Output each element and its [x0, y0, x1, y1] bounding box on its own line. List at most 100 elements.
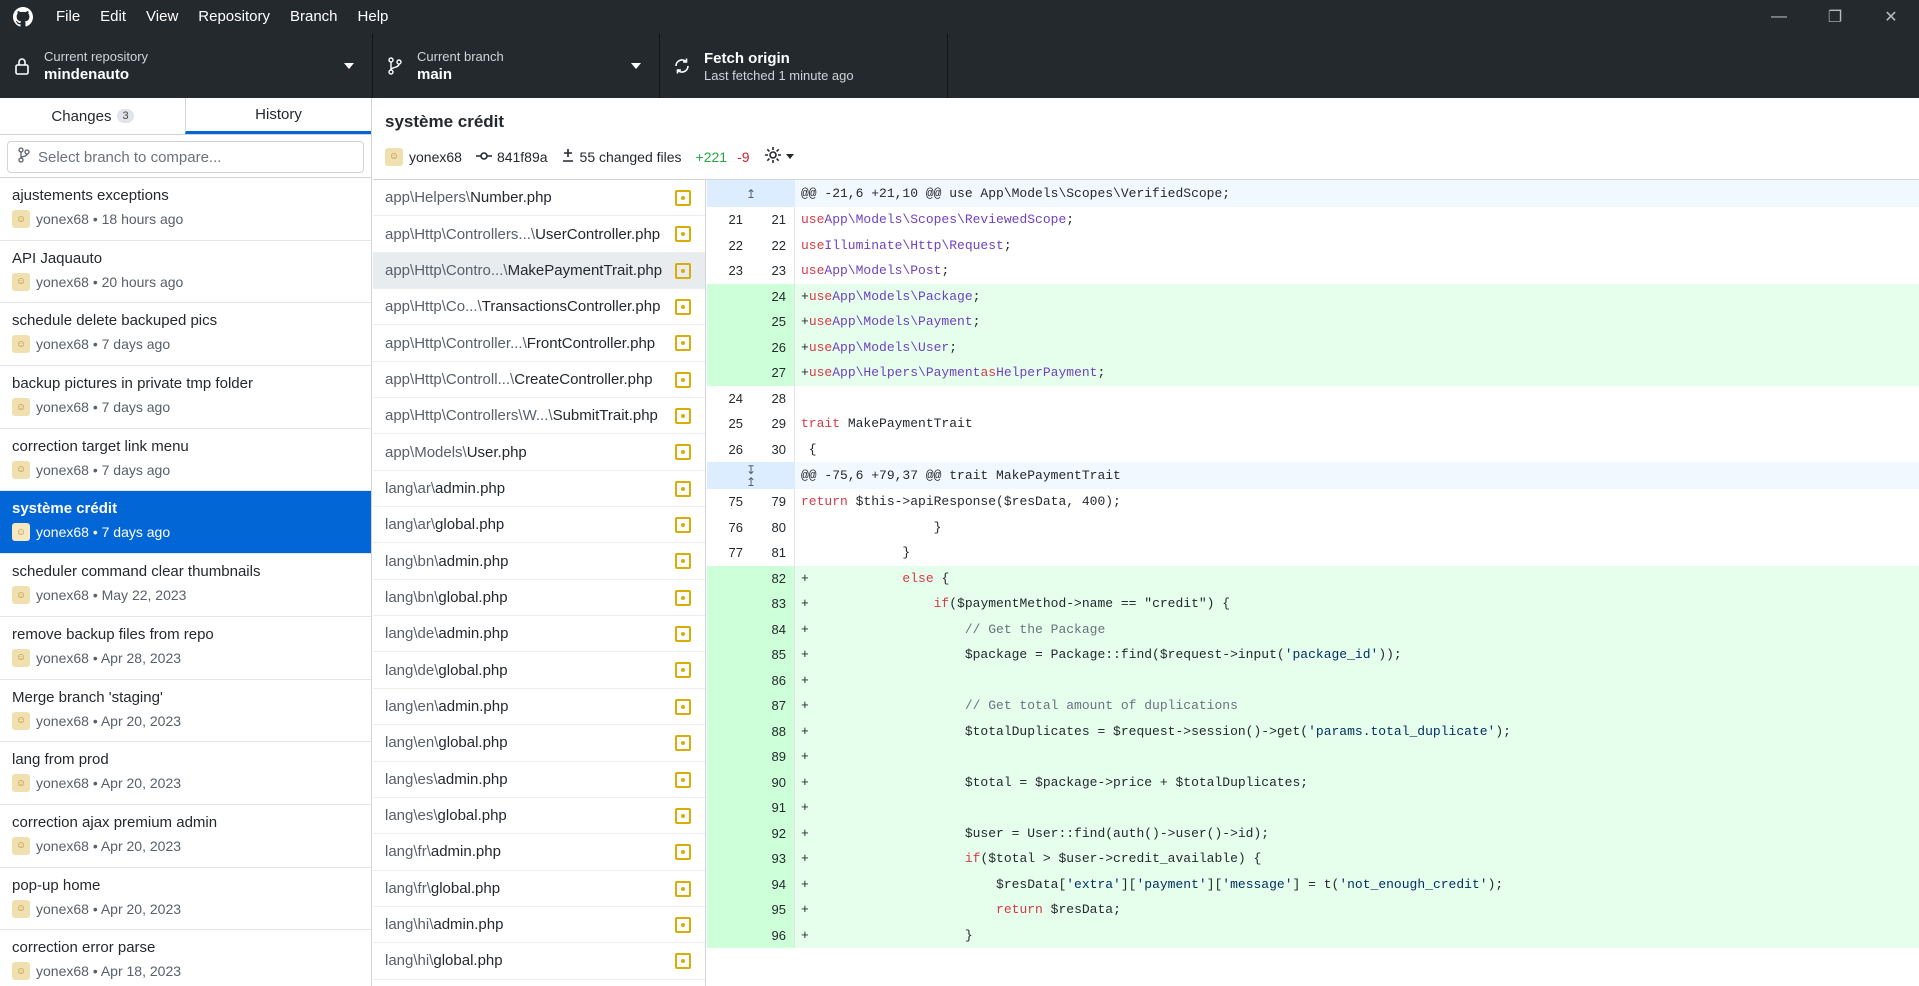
restore-icon[interactable]: ❐ — [1807, 0, 1863, 34]
sync-icon — [660, 57, 704, 75]
file-list-item[interactable]: lang\de\ admin.php — [373, 616, 705, 653]
diff-settings-button[interactable] — [764, 146, 794, 167]
fetch-origin-button[interactable]: Fetch origin Last fetched 1 minute ago — [660, 34, 948, 98]
new-line-number: 28 — [751, 385, 795, 411]
file-list-item[interactable]: app\Http\Controller...\ FrontController.p… — [373, 325, 705, 362]
file-list-item[interactable]: lang\ar\ admin.php — [373, 471, 705, 508]
file-list-item[interactable]: app\Http\Controllers...\ UserController.p… — [373, 216, 705, 253]
file-list-item[interactable]: lang\bn\ admin.php — [373, 543, 705, 580]
diff-line-added: 94 + $resData['extra']['payment']['messag… — [707, 871, 1919, 897]
branch-compare-input[interactable] — [38, 148, 338, 166]
commit-meta-text: yonex68 • 7 days ago — [36, 524, 171, 541]
new-line-number: 94 — [751, 871, 795, 897]
expand-icon[interactable]: ↥ — [707, 180, 795, 207]
file-diff-icon — [562, 148, 574, 165]
file-list-item[interactable]: app\Helpers\ Number.php — [373, 180, 705, 217]
code-text: + use App\Helpers\Payment as HelperPaymen… — [795, 360, 1919, 386]
file-list-item[interactable]: app\Http\Controll...\ CreateController.ph… — [373, 362, 705, 399]
file-list-item[interactable]: lang\bn\ global.php — [373, 580, 705, 617]
file-dir: lang\ar\ — [385, 479, 436, 497]
file-name: Number.php — [470, 189, 552, 207]
new-line-number: 26 — [751, 334, 795, 360]
commit-list-item[interactable]: remove backup files from repo ☺ yonex68 • … — [0, 617, 371, 680]
file-list-item[interactable]: lang\en\ admin.php — [373, 689, 705, 726]
commit-list-item[interactable]: scheduler command clear thumbnails ☺ yonex… — [0, 554, 371, 617]
new-line-number: 30 — [751, 436, 795, 462]
file-name: global.php — [438, 734, 508, 752]
tab-history[interactable]: History — [185, 98, 371, 134]
avatar: ☺ — [12, 460, 30, 479]
code-text: + return $resData; — [795, 897, 1919, 923]
commit-list-item[interactable]: Merge branch 'staging' ☺ yonex68 • Apr 20,… — [0, 680, 371, 743]
modified-icon — [675, 735, 691, 752]
commit-list-item[interactable]: système crédit ☺ yonex68 • 7 days ago — [0, 491, 371, 555]
commit-list-item[interactable]: pop-up home ☺ yonex68 • Apr 20, 2023 — [0, 868, 371, 931]
file-list-item[interactable]: app\Http\Controllers\W...\ SubmitTrait.ph… — [373, 398, 705, 435]
commit-meta-text: yonex68 • 18 hours ago — [36, 211, 184, 227]
file-list-item[interactable]: lang\en\ global.php — [373, 725, 705, 762]
file-name: MakePaymentTrait.php — [507, 261, 663, 279]
file-list-item[interactable]: lang\hi\ global.php — [373, 943, 705, 980]
tab-changes[interactable]: Changes 3 — [0, 98, 185, 134]
commit-title: scheduler command clear thumbnails — [12, 563, 261, 581]
current-repository-button[interactable]: Current repository mindenauto — [0, 34, 373, 98]
new-line-number: 84 — [751, 616, 795, 642]
menu-branch[interactable]: Branch — [280, 0, 348, 34]
sidebar-tabs: Changes 3 History — [0, 98, 371, 135]
file-dir: lang\ar\ — [385, 516, 436, 534]
code-text: + $totalDuplicates = $request->session()… — [795, 718, 1919, 744]
file-list-item[interactable]: lang\fr\ admin.php — [373, 834, 705, 871]
file-list-item[interactable]: app\Http\Contro...\ MakePaymentTrait.php — [373, 252, 705, 290]
commit-list-item[interactable]: lang from prod ☺ yonex68 • Apr 20, 2023 — [0, 742, 371, 805]
menu-file[interactable]: File — [46, 0, 90, 34]
code-text: + $resData['extra']['payment']['message'… — [795, 871, 1919, 897]
file-list-item[interactable]: app\Http\Co...\ TransactionsController.ph… — [373, 289, 705, 326]
commit-sha[interactable]: 841f89a — [497, 149, 548, 165]
file-list-item[interactable]: lang\es\ global.php — [373, 798, 705, 835]
commit-list-item[interactable]: ajustements exceptions ☺ yonex68 • 18 hour… — [0, 178, 371, 241]
file-list-item[interactable]: lang\hi\ admin.php — [373, 907, 705, 944]
close-icon[interactable]: ✕ — [1863, 0, 1919, 34]
diff-line-context: 22 22 use Illuminate\Http\Request; — [707, 232, 1919, 258]
file-list-item[interactable]: lang\fr\ global.php — [373, 871, 705, 907]
current-branch-button[interactable]: Current branch main — [373, 34, 660, 98]
file-name: global.php — [438, 588, 508, 606]
file-name: global.php — [438, 661, 508, 679]
file-list-item[interactable]: lang\de\ global.php — [373, 652, 705, 689]
menu-view[interactable]: View — [136, 0, 188, 34]
menu-edit[interactable]: Edit — [90, 0, 136, 34]
diff-line-added: 84 + // Get the Package — [707, 616, 1919, 642]
diff-line-added: 90 + $total = $package->price + $totalDup… — [707, 769, 1919, 795]
commit-title: système crédit — [12, 500, 118, 518]
branch-compare-field[interactable] — [7, 141, 364, 173]
file-dir: lang\en\ — [385, 697, 439, 715]
new-line-number: 88 — [751, 718, 795, 744]
file-list-item[interactable]: lang\ar\ global.php — [373, 507, 705, 544]
commit-list-item[interactable]: API Jaquauto ☺ yonex68 • 20 hours ago — [0, 241, 371, 304]
commit-list-item[interactable]: correction ajax premium admin ☺ yonex68 • … — [0, 805, 371, 868]
chevron-down-icon — [344, 63, 354, 69]
old-line-number: 26 — [728, 441, 743, 457]
modified-icon — [675, 807, 691, 824]
menu-repository[interactable]: Repository — [188, 0, 280, 34]
commit-list-item[interactable]: correction target link menu ☺ yonex68 • 7 … — [0, 429, 371, 492]
modified-icon — [675, 444, 691, 461]
file-list-item[interactable]: app\Models\ User.php — [373, 434, 705, 471]
file-dir: lang\fr\ — [385, 843, 431, 861]
avatar: ☺ — [12, 586, 30, 605]
expand-icon[interactable]: ↧ ↥ — [707, 462, 795, 489]
commit-title: backup pictures in private tmp folder — [12, 375, 253, 393]
modified-icon — [675, 190, 691, 206]
minimize-icon[interactable]: — — [1751, 0, 1807, 34]
file-name: User.php — [466, 443, 527, 461]
file-list-item[interactable]: lang\es\ admin.php — [373, 762, 705, 798]
hunk-text: @@ -75,6 +79,37 @@ trait MakePaymentTrai… — [801, 468, 1121, 483]
fetch-sub: Last fetched 1 minute ago — [704, 67, 854, 83]
commit-list-item[interactable]: schedule delete backuped pics ☺ yonex68 • … — [0, 303, 371, 367]
commit-meta-text: yonex68 • 7 days ago — [36, 399, 171, 416]
commit-list-item[interactable]: correction error parse ☺ yonex68 • Apr 18,… — [0, 930, 371, 986]
commit-list-item[interactable]: backup pictures in private tmp folder ☺ yo… — [0, 366, 371, 429]
new-line-number: 22 — [751, 232, 795, 258]
diff-line-added: 27 + use App\Helpers\Payment as HelperPaym… — [707, 360, 1919, 386]
menu-help[interactable]: Help — [348, 0, 399, 34]
